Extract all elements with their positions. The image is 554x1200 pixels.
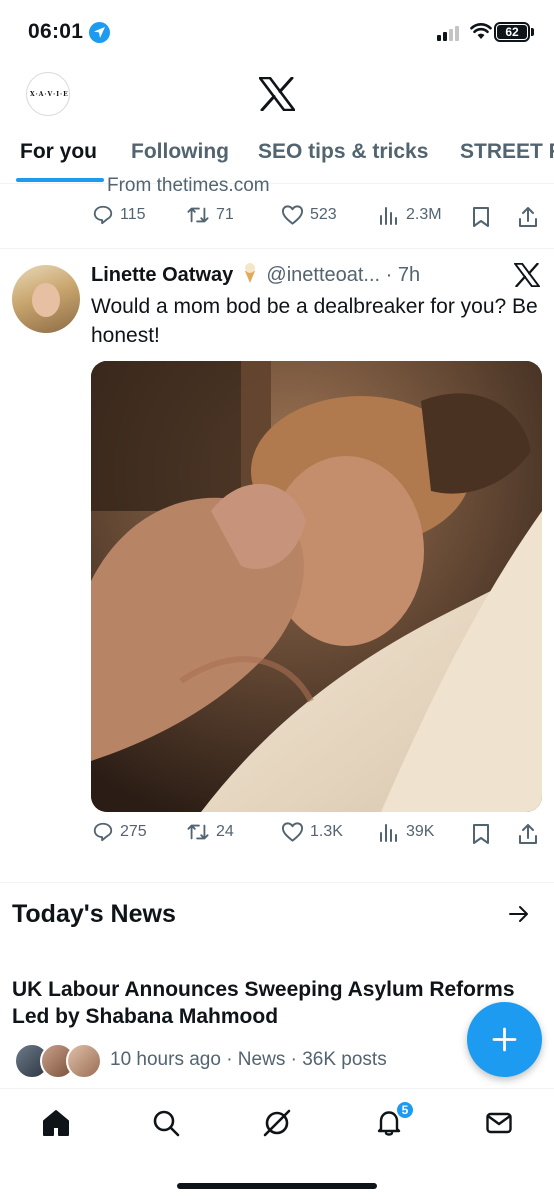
tweet-divider: [0, 248, 554, 249]
cellular-signal-icon: [437, 25, 463, 41]
ice-cream-emoji: [243, 262, 257, 287]
news-meta: 10 hours ago · News · 36K posts: [110, 1049, 387, 1070]
tweet-reply-count: 275: [120, 823, 147, 840]
status-time: 06:01: [28, 20, 84, 43]
tweet-author-avatar[interactable]: [12, 265, 80, 333]
news-avatar: [66, 1043, 102, 1079]
search-icon[interactable]: [152, 1109, 180, 1137]
grok-icon[interactable]: [263, 1109, 291, 1137]
status-bar: 06:01 62: [0, 0, 554, 64]
tweet-text: Would a mom bod be a dealbreaker for you…: [91, 295, 538, 347]
tweet-time: · 7h: [385, 264, 421, 286]
tweet-repost-count: 24: [216, 823, 234, 840]
tab-street[interactable]: STREET F: [460, 140, 554, 164]
tab-for-you[interactable]: For you: [20, 140, 97, 164]
tweet-repost-button[interactable]: 24: [186, 821, 234, 843]
news-avatar-stack: [14, 1043, 104, 1081]
repost-icon: [187, 207, 209, 223]
reply-icon: [93, 822, 113, 842]
arrow-right-icon[interactable]: [508, 904, 530, 924]
repost-count: 71: [216, 206, 234, 223]
messages-icon[interactable]: [485, 1109, 513, 1137]
tweet-actions: 275 24 1.3K 39K: [0, 821, 554, 851]
tweet-author-handle[interactable]: @inetteoat...: [266, 264, 380, 286]
like-count: 523: [310, 206, 337, 223]
plus-icon: [492, 1027, 517, 1052]
views-chart-icon: [380, 824, 397, 842]
x-logo-icon: [259, 77, 295, 111]
like-button[interactable]: 523: [281, 204, 337, 226]
heart-icon: [281, 822, 304, 842]
share-icon[interactable]: [517, 205, 539, 229]
tweet-like-button[interactable]: 1.3K: [281, 821, 343, 843]
views-button[interactable]: 2.3M: [378, 204, 442, 226]
bookmark-icon[interactable]: [472, 206, 490, 228]
tweet-share-icon[interactable]: [517, 822, 539, 846]
location-arrow-icon: [89, 22, 110, 43]
previous-tweet-actions: 115 71 523 2.3M: [0, 204, 554, 234]
tweet-views-button[interactable]: 39K: [378, 821, 434, 843]
compose-button[interactable]: [467, 1002, 542, 1077]
tweet-reply-button[interactable]: 275: [92, 821, 147, 843]
tab-following[interactable]: Following: [131, 140, 229, 164]
battery-icon: 62: [494, 22, 530, 42]
reply-count: 115: [120, 206, 146, 223]
avatar-face: [32, 283, 60, 317]
wifi-icon: [470, 23, 492, 39]
repost-button[interactable]: 71: [186, 204, 234, 226]
active-tab-indicator: [16, 178, 104, 182]
news-section-title: Today's News: [12, 900, 176, 928]
x-badge-icon[interactable]: [514, 263, 540, 287]
views-chart-icon: [380, 207, 397, 225]
link-card-source[interactable]: From thetimes.com: [107, 172, 270, 192]
tweet-photo[interactable]: [91, 361, 542, 812]
battery-cap: [531, 28, 534, 36]
timeline-tabs: For you Following SEO tips & tricks STRE…: [0, 128, 554, 184]
tweet-header: Linette Oatway @inetteoat... · 7h: [91, 262, 531, 292]
tweet-author-name[interactable]: Linette Oatway: [91, 264, 233, 286]
section-divider: [0, 882, 554, 883]
photo-illustration: [91, 361, 542, 812]
tweet-views-count: 39K: [406, 823, 435, 840]
views-count: 2.3M: [406, 206, 442, 223]
repost-icon: [187, 824, 209, 840]
tweet-bookmark-icon[interactable]: [472, 823, 490, 845]
notification-badge: 5: [395, 1100, 415, 1120]
tweet-like-count: 1.3K: [310, 823, 343, 840]
account-avatar[interactable]: X·A·V·I·E·R: [26, 72, 70, 116]
reply-icon: [93, 205, 113, 225]
battery-level: 62: [497, 25, 527, 39]
tab-seo-tips[interactable]: SEO tips & tricks: [258, 140, 428, 164]
home-icon[interactable]: [42, 1109, 70, 1137]
heart-icon: [281, 205, 304, 225]
reply-button[interactable]: 115: [92, 204, 146, 226]
account-logo-text: X·A·V·I·E·R: [30, 91, 69, 98]
home-indicator[interactable]: [177, 1183, 377, 1189]
